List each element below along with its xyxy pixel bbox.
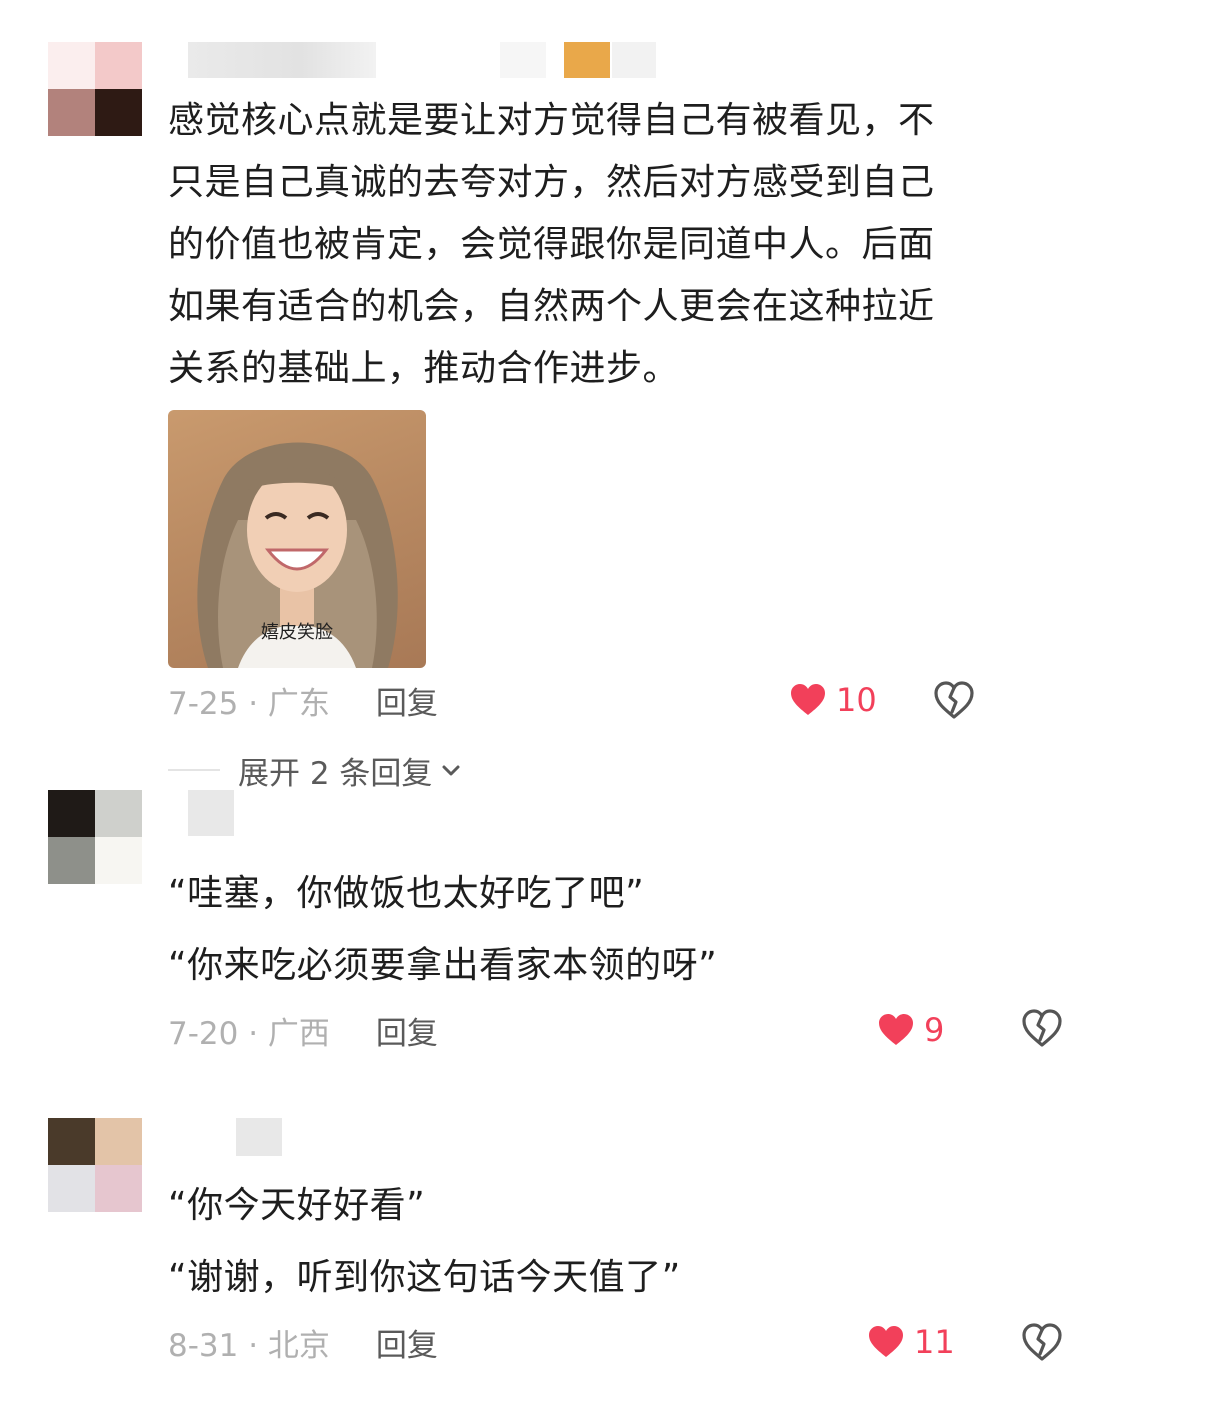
heart-icon xyxy=(869,1326,903,1357)
comment-meta: 7-20 · 广西 回复 xyxy=(168,1008,438,1052)
reply-button[interactable]: 回复 xyxy=(376,1008,438,1053)
expand-replies-button[interactable]: 展开 2 条回复 xyxy=(168,748,464,792)
heart-icon xyxy=(791,684,825,715)
username-redacted[interactable] xyxy=(236,1118,282,1156)
heart-icon xyxy=(879,1014,913,1045)
comment-text: “哇塞，你做饭也太好吃了吧” “你来吃必须要拿出看家本领的呀” xyxy=(168,858,717,1002)
chevron-down-icon xyxy=(442,765,460,776)
reply-button[interactable]: 回复 xyxy=(376,678,438,723)
avatar[interactable] xyxy=(48,790,142,884)
comment-line: “你来吃必须要拿出看家本领的呀” xyxy=(168,945,718,986)
date-location: 7-20 · 广西 xyxy=(168,1015,330,1052)
broken-heart-icon[interactable] xyxy=(932,678,976,722)
comment-line: 的价值也被肯定，会觉得跟你是同道中人。后面 xyxy=(168,224,935,265)
like-button[interactable]: 9 xyxy=(876,1008,944,1052)
avatar[interactable] xyxy=(48,1118,142,1212)
like-button[interactable]: 10 xyxy=(788,678,877,722)
sticker-image[interactable]: 嬉皮笑脸 xyxy=(168,410,426,668)
avatar[interactable] xyxy=(48,42,142,136)
broken-heart-icon[interactable] xyxy=(1020,1006,1064,1050)
username-redacted[interactable] xyxy=(188,790,234,836)
comment-line: 关系的基础上，推动合作进步。 xyxy=(168,348,680,389)
username-redacted[interactable] xyxy=(188,42,376,78)
user-badge xyxy=(564,42,610,78)
sticker-caption: 嬉皮笑脸 xyxy=(261,622,333,643)
date-location: 8-31 · 北京 xyxy=(168,1327,330,1364)
comment-text: “你今天好好看” “谢谢，听到你这句话今天值了” xyxy=(168,1170,681,1314)
comment-line: 感觉核心点就是要让对方觉得自己有被看见，不 xyxy=(168,100,935,141)
like-count: 9 xyxy=(924,1011,945,1049)
comment-line: 只是自己真诚的去夸对方，然后对方感受到自己 xyxy=(168,162,935,203)
expand-replies-label: 展开 2 条回复 xyxy=(238,755,433,792)
redacted-block xyxy=(500,42,546,78)
redacted-block xyxy=(612,42,656,78)
like-count: 11 xyxy=(914,1323,955,1361)
comment-line: “哇塞，你做饭也太好吃了吧” xyxy=(168,873,645,914)
comment-text: 感觉核心点就是要让对方觉得自己有被看见，不 只是自己真诚的去夸对方，然后对方感受… xyxy=(168,90,935,400)
reply-button[interactable]: 回复 xyxy=(376,1320,438,1365)
comment-line: “你今天好好看” xyxy=(168,1185,426,1226)
date-location: 7-25 · 广东 xyxy=(168,685,330,722)
comment-meta: 7-25 · 广东 回复 xyxy=(168,678,438,722)
like-count: 10 xyxy=(836,681,877,719)
comment-line: “谢谢，听到你这句话今天值了” xyxy=(168,1257,681,1298)
comment-meta: 8-31 · 北京 回复 xyxy=(168,1320,438,1364)
broken-heart-icon[interactable] xyxy=(1020,1320,1064,1364)
divider xyxy=(168,769,220,771)
comment-line: 如果有适合的机会，自然两个人更会在这种拉近 xyxy=(168,286,935,327)
like-button[interactable]: 11 xyxy=(866,1320,955,1364)
